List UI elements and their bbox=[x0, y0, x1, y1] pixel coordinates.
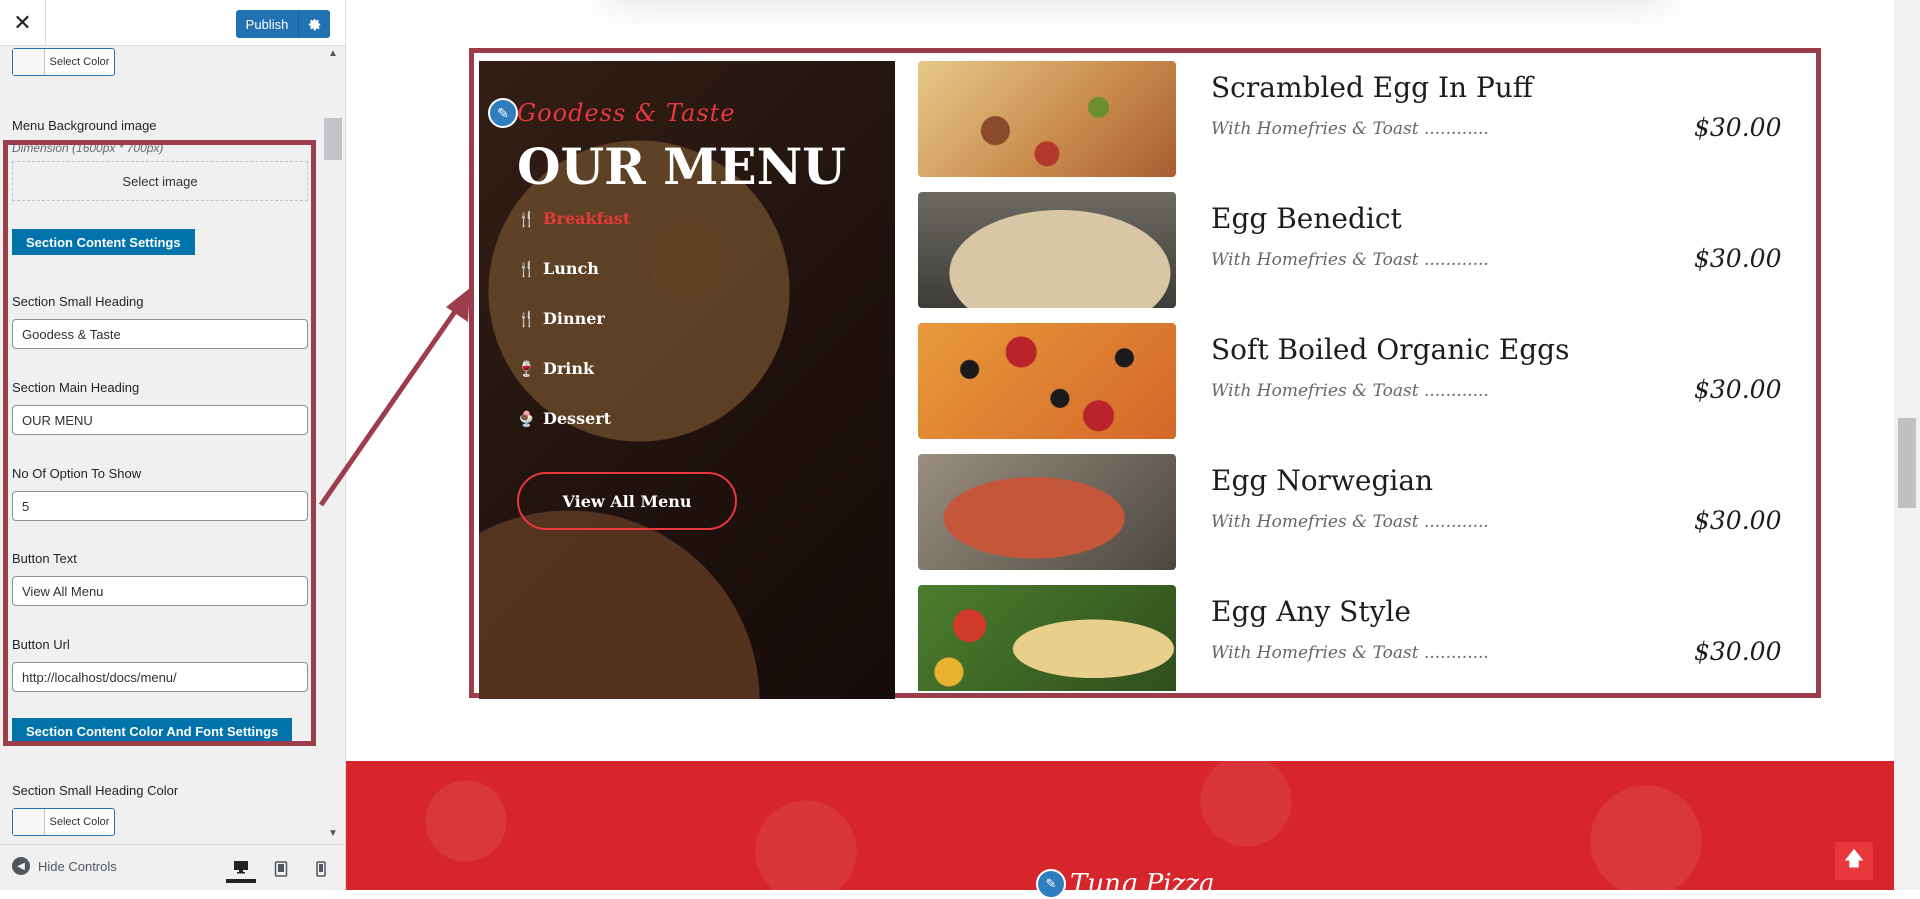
scroll-up-icon[interactable]: ▲ bbox=[322, 48, 344, 62]
small-heading-color-label: Section Small Heading Color bbox=[12, 783, 179, 798]
customizer-header: ✕ Publish bbox=[0, 0, 345, 46]
dish-name: Egg Norwegian bbox=[1211, 464, 1434, 497]
arrow-up-icon: 🡅 bbox=[1843, 848, 1865, 870]
menu-section-highlight: ✎ Goodess & Taste OUR MENU 🍴 Breakfast 🍴… bbox=[469, 48, 1821, 699]
top-select-color-button[interactable]: Select Color bbox=[12, 48, 115, 76]
hide-controls-button[interactable]: ◀ Hide Controls bbox=[12, 857, 117, 875]
dish-image bbox=[918, 323, 1176, 439]
dish-name: Egg Any Style bbox=[1211, 595, 1411, 628]
page-scrollbar-thumb[interactable] bbox=[1898, 418, 1916, 508]
small-heading-color-button[interactable]: Select Color bbox=[12, 808, 115, 836]
menu-small-heading: Goodess & Taste bbox=[517, 99, 736, 127]
dish-description: With Homefries & Toast ............ bbox=[1211, 381, 1489, 401]
scroll-down-icon[interactable]: ▼ bbox=[322, 828, 344, 842]
desktop-icon[interactable] bbox=[226, 855, 256, 883]
dish-price: $30.00 bbox=[1694, 244, 1782, 273]
menu-main-heading: OUR MENU bbox=[517, 137, 846, 196]
dish-image bbox=[918, 192, 1176, 308]
publish-label: Publish bbox=[245, 16, 289, 32]
category-dessert[interactable]: 🍨 Dessert bbox=[517, 409, 611, 428]
scroll-to-top-button[interactable]: 🡅 bbox=[1835, 842, 1873, 880]
dish-name: Egg Benedict bbox=[1211, 202, 1402, 235]
edit-pencil-icon[interactable]: ✎ bbox=[1036, 869, 1066, 899]
tablet-icon[interactable] bbox=[266, 855, 296, 883]
dish-item[interactable]: Egg Norwegian With Homefries & Toast ...… bbox=[918, 454, 1798, 570]
dish-description: With Homefries & Toast ............ bbox=[1211, 119, 1489, 139]
category-breakfast[interactable]: 🍴 Breakfast bbox=[517, 209, 630, 228]
category-lunch[interactable]: 🍴 Lunch bbox=[517, 259, 599, 278]
dish-image bbox=[918, 585, 1176, 691]
sidebar-scrollbar[interactable]: ▲ ▼ bbox=[322, 46, 344, 844]
scrollbar-thumb[interactable] bbox=[324, 118, 342, 160]
dish-price: $30.00 bbox=[1694, 506, 1782, 535]
dish-price: $30.00 bbox=[1694, 113, 1782, 142]
collapse-icon: ◀ bbox=[12, 857, 30, 875]
bg-image-label: Menu Background image bbox=[12, 118, 157, 133]
dish-item[interactable]: Egg Any Style With Homefries & Toast ...… bbox=[918, 585, 1798, 691]
dish-item[interactable]: Egg Benedict With Homefries & Toast ....… bbox=[918, 192, 1798, 308]
dish-item[interactable]: Soft Boiled Organic Eggs With Homefries … bbox=[918, 323, 1798, 439]
dish-item[interactable]: Scrambled Egg In Puff With Homefries & T… bbox=[918, 61, 1798, 177]
hide-controls-label: Hide Controls bbox=[38, 858, 117, 874]
dish-price: $30.00 bbox=[1694, 637, 1782, 666]
view-all-menu-button[interactable]: View All Menu bbox=[517, 472, 737, 530]
category-dinner[interactable]: 🍴 Dinner bbox=[517, 309, 605, 328]
customizer-footer: ◀ Hide Controls bbox=[0, 844, 345, 890]
dish-description: With Homefries & Toast ............ bbox=[1211, 250, 1489, 270]
dish-description: With Homefries & Toast ............ bbox=[1211, 643, 1489, 663]
close-icon: ✕ bbox=[13, 10, 32, 35]
dish-image bbox=[918, 454, 1176, 570]
menu-background-panel: ✎ Goodess & Taste OUR MENU 🍴 Breakfast 🍴… bbox=[479, 61, 895, 699]
dish-price: $30.00 bbox=[1694, 375, 1782, 404]
close-button[interactable]: ✕ bbox=[0, 0, 46, 46]
page-scrollbar[interactable] bbox=[1894, 0, 1920, 890]
glass-icon: 🍷 bbox=[517, 359, 536, 378]
gear-icon[interactable] bbox=[299, 18, 330, 31]
edit-pencil-icon[interactable]: ✎ bbox=[488, 98, 518, 128]
ice-cream-icon: 🍨 bbox=[517, 409, 536, 428]
mobile-icon[interactable] bbox=[306, 855, 336, 883]
site-preview: ✎ Goodess & Taste OUR MENU 🍴 Breakfast 🍴… bbox=[346, 0, 1920, 899]
customizer-sidebar: ✕ Publish Select Color Menu Background i… bbox=[0, 0, 346, 890]
footer-logo: ✎ Tung Pizza bbox=[1036, 869, 1214, 899]
dish-name: Scrambled Egg In Puff bbox=[1211, 71, 1533, 104]
utensils-icon: 🍴 bbox=[517, 209, 536, 228]
utensils-icon: 🍴 bbox=[517, 259, 536, 278]
utensils-icon: 🍴 bbox=[517, 309, 536, 328]
footer-banner: ✎ Tung Pizza bbox=[346, 761, 1894, 899]
sidebar-scroll-area: Select Color Menu Background image Dimen… bbox=[0, 46, 345, 844]
dish-name: Soft Boiled Organic Eggs bbox=[1211, 333, 1570, 366]
publish-button[interactable]: Publish bbox=[236, 10, 330, 38]
category-drink[interactable]: 🍷 Drink bbox=[517, 359, 594, 378]
dish-description: With Homefries & Toast ............ bbox=[1211, 512, 1489, 532]
dish-image bbox=[918, 61, 1176, 177]
highlight-box bbox=[3, 140, 316, 746]
